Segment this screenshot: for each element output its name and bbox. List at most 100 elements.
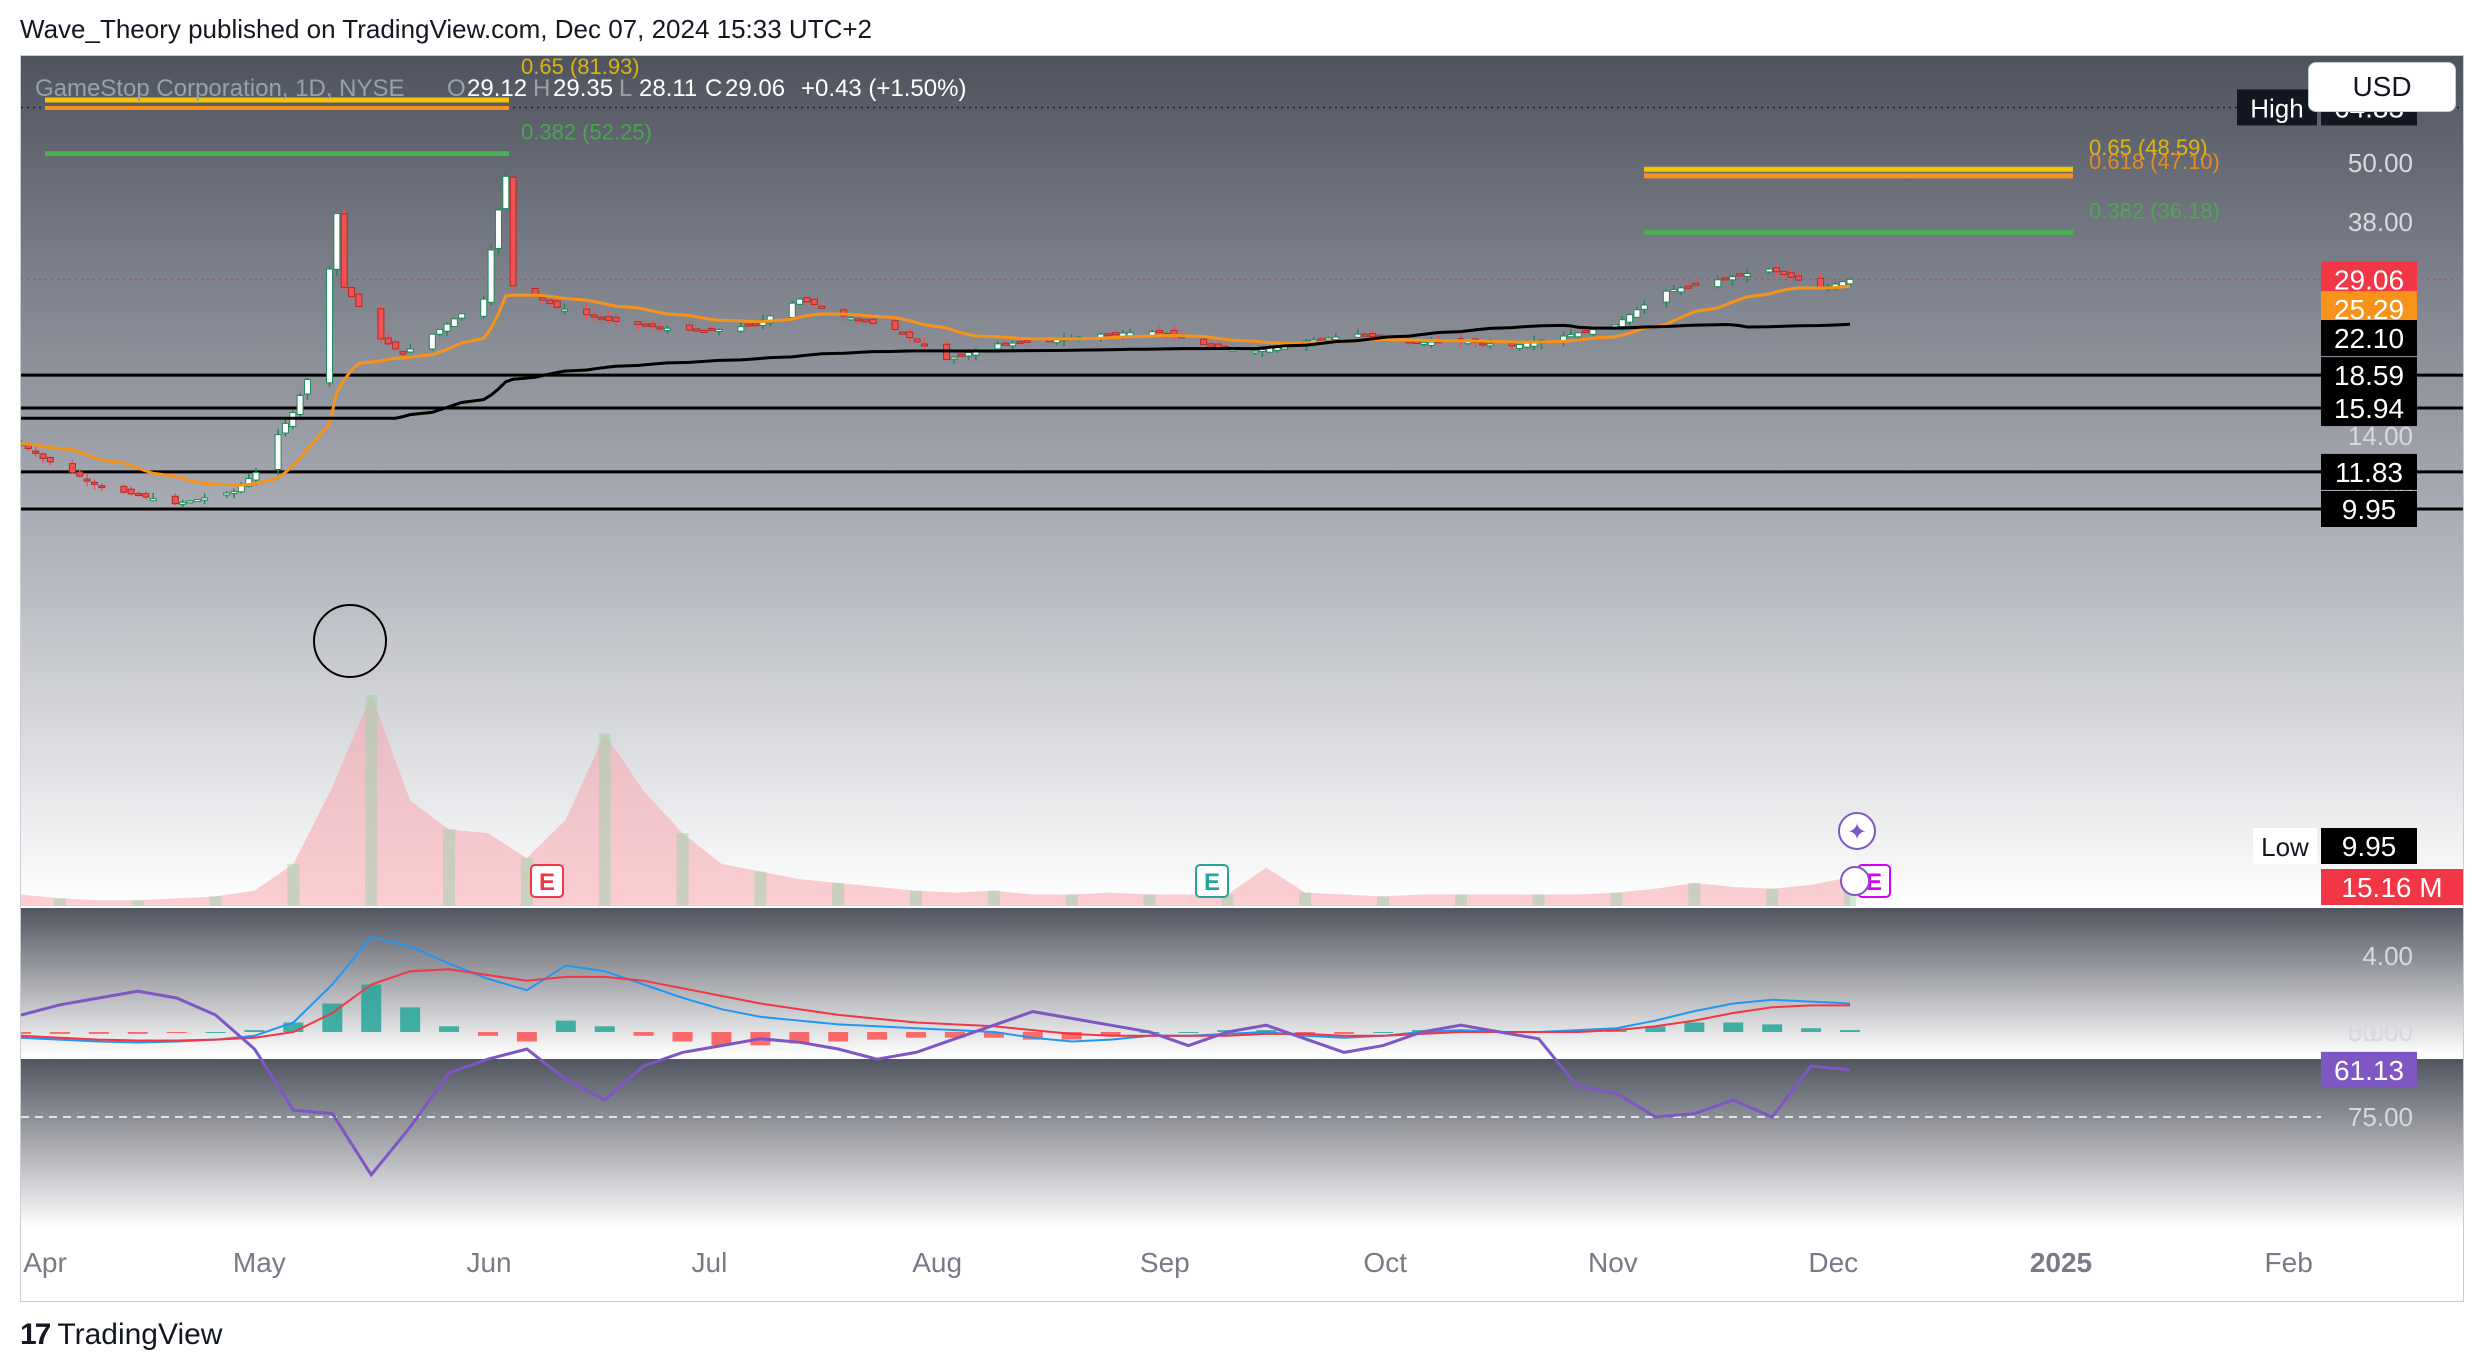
candle-body[interactable] bbox=[994, 343, 1002, 350]
candle-body[interactable] bbox=[1640, 304, 1648, 310]
chart-svg[interactable]: 0.65 (81.93)0.382 (52.25)0.65 (48.59)0.6… bbox=[21, 56, 2463, 1301]
candle-body[interactable] bbox=[142, 493, 150, 498]
candle-body[interactable] bbox=[443, 323, 451, 332]
candle-body[interactable] bbox=[715, 328, 723, 332]
candle-body[interactable] bbox=[796, 298, 804, 305]
candle-body[interactable] bbox=[83, 478, 91, 482]
candle-body[interactable] bbox=[1795, 275, 1803, 281]
candle-body[interactable] bbox=[605, 316, 613, 321]
candle-body[interactable] bbox=[649, 323, 657, 328]
candle-body[interactable] bbox=[1427, 341, 1435, 346]
candle-body[interactable] bbox=[854, 318, 862, 322]
candle-body[interactable] bbox=[450, 318, 458, 327]
candle-body[interactable] bbox=[436, 328, 444, 335]
candle-body[interactable] bbox=[1765, 268, 1773, 273]
candle-body[interactable] bbox=[1677, 287, 1685, 293]
candle-body[interactable] bbox=[752, 323, 760, 327]
candle-body[interactable] bbox=[1251, 350, 1259, 354]
candle-body[interactable] bbox=[98, 485, 106, 489]
candle-body[interactable] bbox=[1567, 333, 1575, 338]
candle-body[interactable] bbox=[406, 348, 414, 353]
candle-body[interactable] bbox=[348, 287, 356, 298]
candle-body[interactable] bbox=[1009, 342, 1017, 347]
candle-body[interactable] bbox=[950, 356, 958, 360]
candle-body[interactable] bbox=[788, 302, 796, 319]
candle-body[interactable] bbox=[303, 379, 311, 395]
candle-body[interactable] bbox=[296, 394, 304, 415]
candle-body[interactable] bbox=[399, 351, 407, 355]
candle-body[interactable] bbox=[862, 319, 870, 323]
candle-body[interactable] bbox=[1626, 314, 1634, 323]
candle-body[interactable] bbox=[1369, 333, 1377, 338]
candle-body[interactable] bbox=[502, 175, 510, 210]
candle-body[interactable] bbox=[641, 323, 649, 327]
candle-body[interactable] bbox=[326, 268, 334, 384]
candle-body[interactable] bbox=[539, 297, 547, 301]
candle-body[interactable] bbox=[803, 297, 811, 303]
candle-body[interactable] bbox=[1714, 279, 1722, 288]
candle-body[interactable] bbox=[39, 453, 47, 459]
footer[interactable]: 17 TradingView bbox=[20, 1318, 222, 1352]
candle-body[interactable] bbox=[377, 308, 385, 340]
split-event-icon[interactable] bbox=[1840, 866, 1870, 896]
candle-body[interactable] bbox=[1413, 340, 1421, 344]
candle-body[interactable] bbox=[818, 305, 826, 309]
candle-body[interactable] bbox=[201, 497, 209, 501]
candle-body[interactable] bbox=[656, 326, 664, 330]
candle-body[interactable] bbox=[1523, 342, 1531, 348]
candle-body[interactable] bbox=[252, 471, 260, 481]
candle-body[interactable] bbox=[583, 308, 591, 316]
candle-body[interactable] bbox=[281, 422, 289, 434]
candle-body[interactable] bbox=[1846, 278, 1854, 285]
candle-body[interactable] bbox=[597, 316, 605, 320]
candle-body[interactable] bbox=[1787, 272, 1795, 278]
candle-body[interactable] bbox=[1662, 290, 1670, 303]
candle-body[interactable] bbox=[810, 298, 818, 306]
candle-body[interactable] bbox=[494, 209, 502, 249]
candle-body[interactable] bbox=[149, 498, 157, 502]
candle-body[interactable] bbox=[1016, 340, 1024, 344]
candle-body[interactable] bbox=[1611, 324, 1619, 328]
candle-body[interactable] bbox=[913, 338, 921, 343]
candle-body[interactable] bbox=[340, 213, 348, 288]
candle-body[interactable] bbox=[1839, 281, 1847, 287]
candle-body[interactable] bbox=[135, 493, 143, 497]
candle-body[interactable] bbox=[1111, 332, 1119, 336]
candle-body[interactable] bbox=[1200, 338, 1208, 346]
candle-body[interactable] bbox=[612, 316, 620, 322]
candle-body[interactable] bbox=[700, 330, 708, 334]
candle-body[interactable] bbox=[1317, 338, 1325, 342]
candle-body[interactable] bbox=[553, 300, 561, 308]
candle-body[interactable] bbox=[1582, 329, 1590, 333]
candle-body[interactable] bbox=[1361, 333, 1369, 337]
candle-body[interactable] bbox=[707, 327, 715, 331]
candle-body[interactable] bbox=[1721, 277, 1729, 281]
candle-body[interactable] bbox=[1104, 333, 1112, 337]
currency-button[interactable]: USD bbox=[2308, 62, 2456, 112]
candle-body[interactable] bbox=[920, 343, 928, 347]
candle-body[interactable] bbox=[1684, 285, 1692, 289]
candle-body[interactable] bbox=[428, 333, 436, 350]
candle-body[interactable] bbox=[869, 318, 877, 325]
candle-body[interactable] bbox=[906, 331, 914, 339]
candle-body[interactable] bbox=[487, 249, 495, 303]
candle-body[interactable] bbox=[179, 501, 187, 505]
candle-body[interactable] bbox=[1508, 342, 1516, 347]
candle-body[interactable] bbox=[546, 299, 554, 305]
candle-body[interactable] bbox=[186, 500, 194, 504]
candle-body[interactable] bbox=[561, 308, 569, 312]
candle-body[interactable] bbox=[76, 471, 84, 477]
candle-body[interactable] bbox=[1780, 270, 1788, 275]
candle-body[interactable] bbox=[1258, 349, 1266, 353]
candle-body[interactable] bbox=[333, 213, 341, 270]
candle-body[interactable] bbox=[744, 323, 752, 327]
candle-body[interactable] bbox=[1618, 319, 1626, 328]
candle-body[interactable] bbox=[1743, 273, 1751, 277]
candle-body[interactable] bbox=[68, 463, 76, 473]
candle-body[interactable] bbox=[1324, 337, 1332, 341]
candle-body[interactable] bbox=[384, 337, 392, 345]
candle-body[interactable] bbox=[230, 490, 238, 494]
candle-body[interactable] bbox=[1420, 341, 1428, 345]
candle-body[interactable] bbox=[1728, 276, 1736, 281]
candle-body[interactable] bbox=[458, 313, 466, 319]
